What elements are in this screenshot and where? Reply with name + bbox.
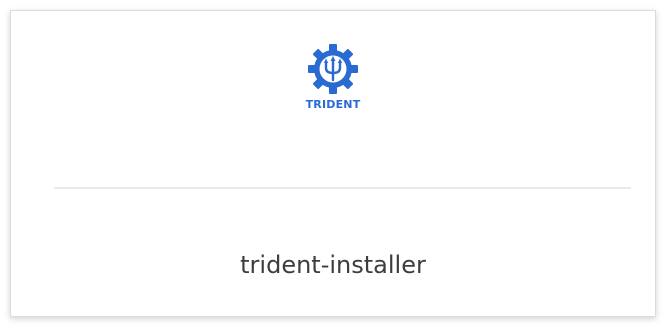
app-logo: TRIDENT [11, 41, 655, 151]
app-name: trident-installer [240, 251, 426, 279]
app-tile[interactable]: TRIDENT trident-installer [10, 10, 656, 317]
divider [54, 187, 631, 189]
page: TRIDENT trident-installer [0, 0, 668, 331]
logo-wordmark: TRIDENT [305, 98, 361, 111]
trident-gear-icon [308, 44, 358, 94]
